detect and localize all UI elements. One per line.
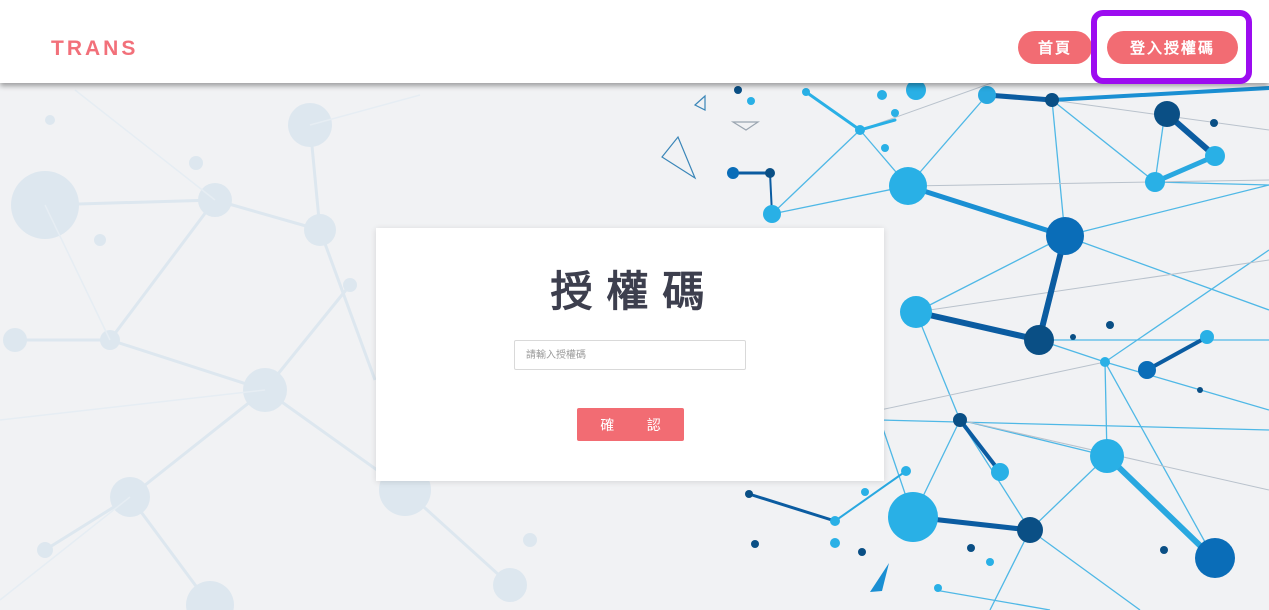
auth-code-title: 授權碼 bbox=[550, 267, 719, 316]
top-navbar: TRANS 首頁 登入授權碼 bbox=[0, 0, 1269, 83]
auth-code-input[interactable] bbox=[514, 340, 746, 370]
confirm-button[interactable]: 確 認 bbox=[577, 408, 684, 441]
login-code-button[interactable]: 登入授權碼 bbox=[1107, 31, 1238, 64]
home-button[interactable]: 首頁 bbox=[1018, 31, 1092, 64]
brand-logo[interactable]: TRANS bbox=[51, 37, 138, 61]
